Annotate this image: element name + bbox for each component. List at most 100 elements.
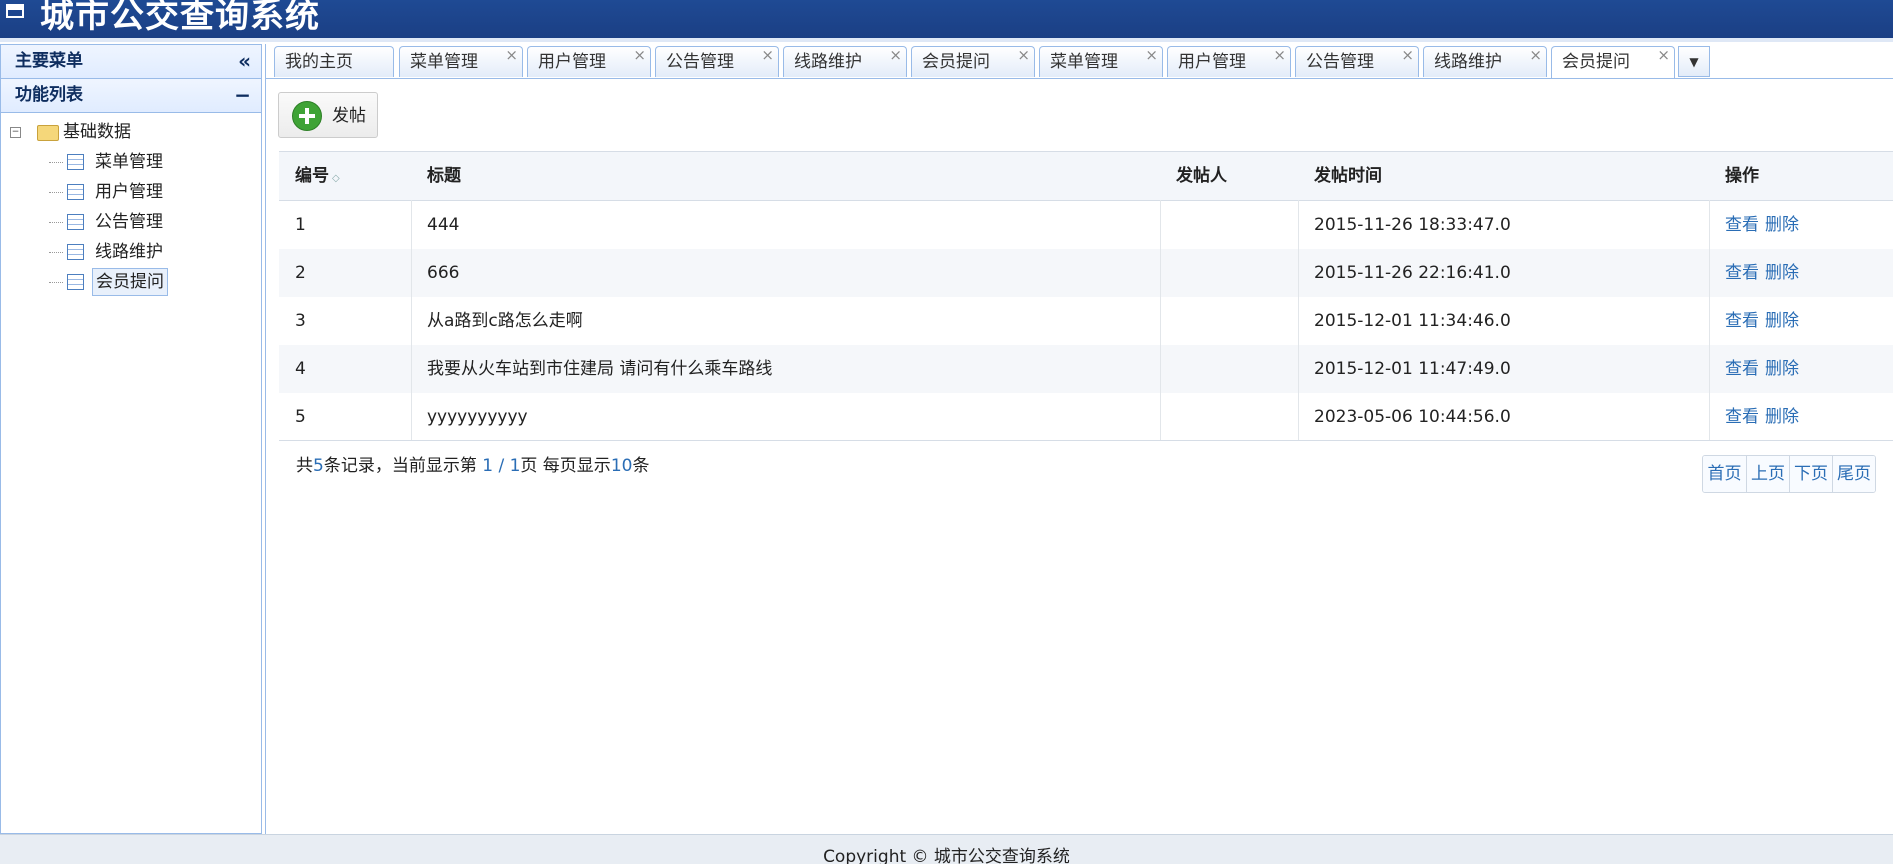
tab-label: 会员提问 bbox=[922, 52, 990, 72]
tree-item-label: 用户管理 bbox=[95, 182, 163, 202]
tab-bar: 我的主页 菜单管理 × 用户管理 × 公告管理 × 线路维护 × 会员提问 × … bbox=[266, 44, 1893, 79]
tab-list-dropdown-icon[interactable]: ▼ bbox=[1678, 46, 1710, 77]
view-link[interactable]: 查看 bbox=[1725, 215, 1759, 235]
tab-label: 会员提问 bbox=[1562, 52, 1630, 72]
view-link[interactable]: 查看 bbox=[1725, 263, 1759, 283]
cell-time: 2015-11-26 22:16:41.0 bbox=[1314, 263, 1511, 283]
tab-label: 用户管理 bbox=[538, 52, 606, 72]
close-icon[interactable]: × bbox=[633, 40, 646, 71]
cell-title: 444 bbox=[427, 215, 460, 235]
tab-label: 线路维护 bbox=[1434, 52, 1502, 72]
cell-actions: 查看 删除 bbox=[1725, 345, 1805, 393]
post-button-label: 发帖 bbox=[332, 106, 366, 126]
tab-user-management[interactable]: 用户管理 × bbox=[527, 46, 651, 77]
tab-menu-management[interactable]: 菜单管理 × bbox=[399, 46, 523, 77]
table-icon bbox=[67, 244, 84, 260]
cell-actions: 查看 删除 bbox=[1725, 393, 1805, 441]
delete-link[interactable]: 删除 bbox=[1765, 359, 1799, 379]
tree-item-label: 菜单管理 bbox=[95, 152, 163, 172]
tab-label: 用户管理 bbox=[1178, 52, 1246, 72]
close-icon[interactable]: × bbox=[1529, 40, 1542, 71]
tree-item-member-questions[interactable]: 会员提问 bbox=[1, 267, 261, 297]
table-header: 编号 ◇ 标题 发帖人 发帖时间 操作 bbox=[279, 152, 1893, 201]
close-icon[interactable]: × bbox=[1657, 40, 1670, 71]
tab-notice-management[interactable]: 公告管理 × bbox=[655, 46, 779, 77]
current-page: 1 / 1 bbox=[482, 456, 521, 476]
tree-item-route-maintenance[interactable]: 线路维护 bbox=[1, 237, 261, 267]
tree-item-label: 线路维护 bbox=[95, 242, 163, 262]
tree-item-notice-management[interactable]: 公告管理 bbox=[1, 207, 261, 237]
pagination-info: 共5条记录，当前显示第 1 / 1页 每页显示10条 bbox=[296, 456, 650, 476]
sort-icon[interactable]: ◇ bbox=[332, 173, 340, 184]
cell-id: 5 bbox=[295, 407, 306, 427]
page-size: 10 bbox=[610, 456, 633, 476]
tree-root-basic-data[interactable]: − 基础数据 bbox=[1, 117, 261, 147]
close-icon[interactable]: × bbox=[889, 40, 902, 71]
collapse-function-list-icon[interactable]: − bbox=[234, 79, 251, 112]
tab-member-questions[interactable]: 会员提问 × bbox=[911, 46, 1035, 77]
add-icon bbox=[292, 101, 322, 131]
tab-route-maintenance[interactable]: 线路维护 × bbox=[783, 46, 907, 77]
close-icon[interactable]: × bbox=[1145, 40, 1158, 71]
tab-menu-management[interactable]: 菜单管理 × bbox=[1039, 46, 1163, 77]
table-row[interactable]: 4 我要从火车站到市住建局 请问有什么乘车路线 2015-12-01 11:47… bbox=[279, 345, 1893, 393]
close-icon[interactable]: × bbox=[505, 40, 518, 71]
delete-link[interactable]: 删除 bbox=[1765, 215, 1799, 235]
tab-label: 菜单管理 bbox=[1050, 52, 1118, 72]
cell-id: 2 bbox=[295, 263, 306, 283]
tree-root-label: 基础数据 bbox=[63, 122, 131, 142]
function-list-title: 功能列表 bbox=[15, 85, 83, 105]
column-header-time: 发帖时间 bbox=[1314, 166, 1382, 186]
delete-link[interactable]: 删除 bbox=[1765, 263, 1799, 283]
sidebar: 主要菜单 « 功能列表 − − 基础数据 菜单管理 用户管理 公告管理 线路维护… bbox=[0, 44, 262, 834]
cell-title: 我要从火车站到市住建局 请问有什么乘车路线 bbox=[427, 359, 773, 379]
cell-actions: 查看 删除 bbox=[1725, 249, 1805, 297]
close-icon[interactable]: × bbox=[1401, 40, 1414, 71]
close-icon[interactable]: × bbox=[761, 40, 774, 71]
table-row[interactable]: 2 666 2015-11-26 22:16:41.0 查看 删除 bbox=[279, 249, 1893, 297]
table-icon bbox=[67, 184, 84, 200]
close-icon[interactable]: × bbox=[1273, 40, 1286, 71]
next-page-button[interactable]: 下页 bbox=[1789, 456, 1832, 492]
tree-item-menu-management[interactable]: 菜单管理 bbox=[1, 147, 261, 177]
view-link[interactable]: 查看 bbox=[1725, 407, 1759, 427]
cell-id: 4 bbox=[295, 359, 306, 379]
view-link[interactable]: 查看 bbox=[1725, 359, 1759, 379]
window-icon bbox=[6, 4, 24, 18]
tab-label: 公告管理 bbox=[1306, 52, 1374, 72]
header-divider bbox=[0, 38, 1893, 42]
post-button[interactable]: 发帖 bbox=[278, 92, 378, 138]
cell-time: 2015-11-26 18:33:47.0 bbox=[1314, 215, 1511, 235]
tree-item-label: 公告管理 bbox=[95, 212, 163, 232]
cell-title: 666 bbox=[427, 263, 460, 283]
prev-page-button[interactable]: 上页 bbox=[1746, 456, 1789, 492]
tab-member-questions-active[interactable]: 会员提问 × bbox=[1551, 46, 1675, 78]
table-icon bbox=[67, 274, 84, 290]
table-row[interactable]: 1 444 2015-11-26 18:33:47.0 查看 删除 bbox=[279, 201, 1893, 249]
column-header-id[interactable]: 编号 ◇ bbox=[295, 152, 340, 203]
tab-home[interactable]: 我的主页 bbox=[274, 46, 394, 77]
main-menu-header[interactable]: 主要菜单 « bbox=[1, 45, 261, 79]
delete-link[interactable]: 删除 bbox=[1765, 311, 1799, 331]
delete-link[interactable]: 删除 bbox=[1765, 407, 1799, 427]
tab-notice-management[interactable]: 公告管理 × bbox=[1295, 46, 1419, 77]
tab-route-maintenance[interactable]: 线路维护 × bbox=[1423, 46, 1547, 77]
table-row[interactable]: 5 yyyyyyyyyy 2023-05-06 10:44:56.0 查看 删除 bbox=[279, 393, 1893, 441]
tab-user-management[interactable]: 用户管理 × bbox=[1167, 46, 1291, 77]
close-icon[interactable]: × bbox=[1017, 40, 1030, 71]
tree-item-user-management[interactable]: 用户管理 bbox=[1, 177, 261, 207]
collapse-sidebar-icon[interactable]: « bbox=[238, 45, 251, 78]
cell-time: 2023-05-06 10:44:56.0 bbox=[1314, 407, 1511, 427]
column-header-title: 标题 bbox=[427, 166, 461, 186]
function-list-header[interactable]: 功能列表 − bbox=[1, 79, 261, 113]
table-icon bbox=[67, 154, 84, 170]
table-icon bbox=[67, 214, 84, 230]
view-link[interactable]: 查看 bbox=[1725, 311, 1759, 331]
tree-toggle-icon[interactable]: − bbox=[10, 127, 21, 138]
folder-icon bbox=[37, 125, 59, 141]
last-page-button[interactable]: 尾页 bbox=[1832, 456, 1875, 492]
cell-time: 2015-12-01 11:47:49.0 bbox=[1314, 359, 1511, 379]
cell-title: yyyyyyyyyy bbox=[427, 407, 528, 427]
table-row[interactable]: 3 从a路到c路怎么走啊 2015-12-01 11:34:46.0 查看 删除 bbox=[279, 297, 1893, 345]
first-page-button[interactable]: 首页 bbox=[1703, 456, 1746, 492]
